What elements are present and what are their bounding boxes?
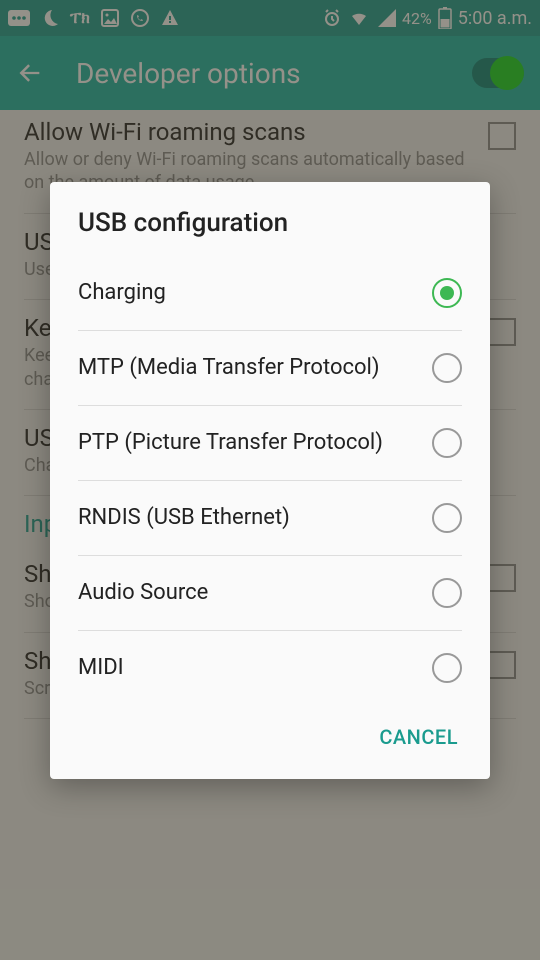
radio-icon: [432, 278, 462, 308]
modal-overlay[interactable]: USB configuration Charging MTP (Media Tr…: [0, 0, 540, 960]
radio-option-audio[interactable]: Audio Source: [78, 556, 462, 631]
radio-icon: [432, 353, 462, 383]
radio-label: Charging: [78, 279, 180, 307]
radio-label: MTP (Media Transfer Protocol): [78, 354, 394, 382]
cancel-button[interactable]: CANCEL: [371, 715, 466, 759]
radio-label: Audio Source: [78, 579, 222, 607]
dialog-actions: CANCEL: [50, 705, 490, 771]
radio-option-rndis[interactable]: RNDIS (USB Ethernet): [78, 481, 462, 556]
radio-option-charging[interactable]: Charging: [78, 256, 462, 331]
usb-config-dialog: USB configuration Charging MTP (Media Tr…: [50, 182, 490, 779]
radio-option-midi[interactable]: MIDI: [78, 631, 462, 705]
radio-icon: [432, 653, 462, 683]
radio-icon: [432, 578, 462, 608]
radio-option-ptp[interactable]: PTP (Picture Transfer Protocol): [78, 406, 462, 481]
radio-label: RNDIS (USB Ethernet): [78, 504, 304, 532]
radio-option-mtp[interactable]: MTP (Media Transfer Protocol): [78, 331, 462, 406]
radio-label: MIDI: [78, 654, 138, 682]
radio-list: Charging MTP (Media Transfer Protocol) P…: [50, 256, 490, 705]
radio-icon: [432, 428, 462, 458]
radio-label: PTP (Picture Transfer Protocol): [78, 429, 397, 457]
dialog-title: USB configuration: [50, 182, 490, 256]
radio-icon: [432, 503, 462, 533]
